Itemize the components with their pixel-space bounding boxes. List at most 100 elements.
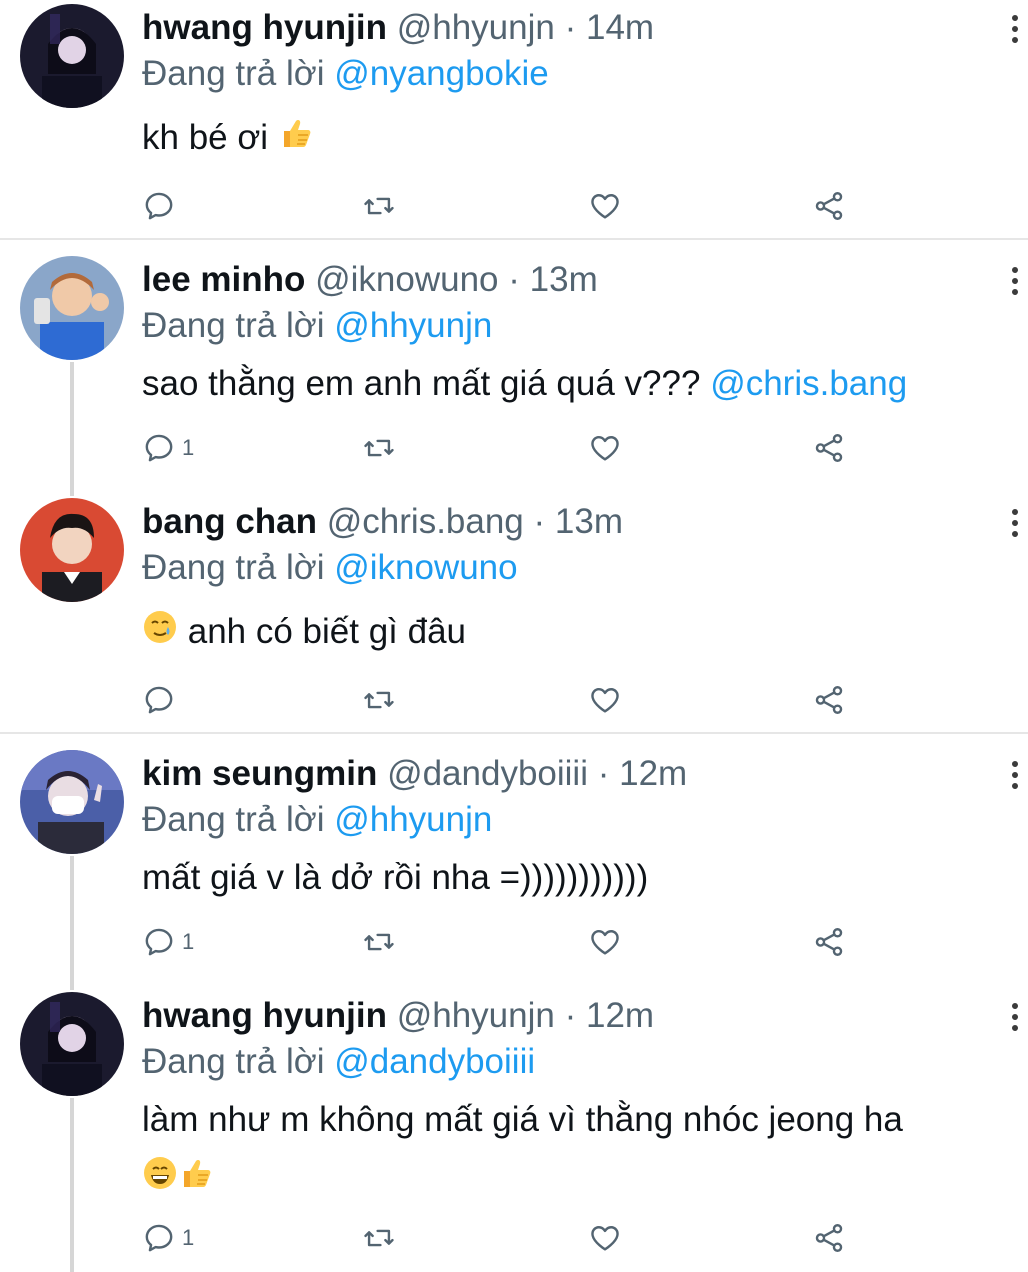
grinning-face-emoji	[142, 1152, 178, 1208]
share-button[interactable]	[812, 922, 846, 962]
retweet-icon	[364, 197, 394, 215]
tweet-text: kh bé ơi	[142, 110, 314, 168]
tweet[interactable]: hwang hyunjin @hhyunjn · 14m Đang trả lờ…	[0, 0, 1028, 238]
reply-icon	[145, 928, 173, 956]
reply-button[interactable]: 1	[142, 428, 194, 468]
tweet-actions	[142, 680, 862, 720]
replying-to-mention[interactable]: @nyangbokie	[334, 54, 549, 93]
text-mention[interactable]: @chris.bang	[710, 364, 907, 403]
timestamp[interactable]: 12m	[586, 996, 654, 1035]
heart-icon	[591, 688, 619, 713]
replying-to-label: Đang trả lời	[142, 54, 325, 93]
like-button[interactable]	[588, 680, 622, 720]
timestamp[interactable]: 14m	[586, 8, 654, 47]
tweet-text-content: sao thằng em anh mất giá quá v???	[142, 364, 701, 403]
tweet-text: anh có biết gì đâu	[142, 604, 466, 662]
tweet-actions: 1	[142, 922, 862, 962]
retweet-button[interactable]	[362, 1218, 396, 1258]
retweet-button[interactable]	[362, 186, 396, 226]
replying-to-mention[interactable]: @dandyboiiii	[334, 1042, 535, 1081]
replying-to: Đang trả lời @dandyboiiii	[142, 1038, 535, 1086]
replying-to-mention[interactable]: @hhyunjn	[334, 800, 492, 839]
reply-button[interactable]	[142, 186, 182, 226]
display-name[interactable]: hwang hyunjin	[142, 996, 387, 1035]
tweet[interactable]: bang chan @chris.bang · 13m Đang trả lời…	[0, 494, 1028, 730]
avatar[interactable]	[20, 750, 124, 854]
replying-to: Đang trả lời @hhyunjn	[142, 796, 492, 844]
replying-to-label: Đang trả lời	[142, 306, 325, 345]
avatar[interactable]	[20, 498, 124, 602]
avatar[interactable]	[20, 992, 124, 1096]
more-options-icon[interactable]	[1008, 262, 1022, 302]
heart-icon	[591, 930, 619, 955]
more-options-icon[interactable]	[1008, 504, 1022, 544]
timestamp[interactable]: 12m	[619, 754, 687, 793]
reply-icon	[145, 686, 173, 714]
avatar[interactable]	[20, 4, 124, 108]
tweet[interactable]: lee minho @iknowuno · 13m Đang trả lời @…	[0, 252, 1028, 488]
tweet-header: kim seungmin @dandyboiiii · 12m	[142, 746, 687, 802]
heart-icon	[591, 436, 619, 461]
retweet-button[interactable]	[362, 428, 396, 468]
like-button[interactable]	[588, 1218, 622, 1258]
display-name[interactable]: lee minho	[142, 260, 305, 299]
replying-to-mention[interactable]: @hhyunjn	[334, 306, 492, 345]
replying-to-mention[interactable]: @iknowuno	[334, 548, 517, 587]
tweet-actions: 1	[142, 1218, 862, 1258]
reply-button[interactable]	[142, 680, 182, 720]
retweet-icon	[364, 439, 394, 457]
more-options-icon[interactable]	[1008, 998, 1022, 1038]
username[interactable]: @hhyunjn	[397, 8, 555, 47]
separator: ·	[564, 996, 577, 1035]
tweet-actions: 1	[142, 428, 862, 468]
share-icon	[815, 434, 843, 462]
reply-icon	[145, 192, 173, 220]
timestamp[interactable]: 13m	[555, 502, 623, 541]
username[interactable]: @chris.bang	[327, 502, 524, 541]
tweet-text-content: kh bé ơi	[142, 118, 269, 157]
like-button[interactable]	[588, 922, 622, 962]
username[interactable]: @iknowuno	[315, 260, 498, 299]
retweet-button[interactable]	[362, 680, 396, 720]
share-button[interactable]	[812, 1218, 846, 1258]
tweet-header: hwang hyunjin @hhyunjn · 14m	[142, 0, 654, 56]
share-icon	[815, 928, 843, 956]
reply-count: 1	[182, 929, 195, 954]
replying-to-label: Đang trả lời	[142, 548, 325, 587]
share-button[interactable]	[812, 680, 846, 720]
avatar[interactable]	[20, 256, 124, 360]
display-name[interactable]: hwang hyunjin	[142, 8, 387, 47]
reply-button[interactable]: 1	[142, 922, 194, 962]
divider	[0, 732, 1028, 734]
heart-icon	[591, 1226, 619, 1251]
tweet-text: làm như m không mất giá vì thằng nhóc je…	[142, 1092, 1012, 1208]
display-name[interactable]: kim seungmin	[142, 754, 377, 793]
share-button[interactable]	[812, 186, 846, 226]
display-name[interactable]: bang chan	[142, 502, 317, 541]
username[interactable]: @hhyunjn	[397, 996, 555, 1035]
thumbs-up-emoji	[278, 112, 314, 168]
username[interactable]: @dandyboiiii	[387, 754, 588, 793]
reply-button[interactable]: 1	[142, 1218, 194, 1258]
replying-to: Đang trả lời @nyangbokie	[142, 50, 549, 98]
timestamp[interactable]: 13m	[530, 260, 598, 299]
reply-icon	[145, 434, 173, 462]
tweet-header: bang chan @chris.bang · 13m	[142, 494, 623, 550]
retweet-icon	[364, 933, 394, 951]
separator: ·	[597, 754, 610, 793]
tweet-text-content: mất giá v là dở rồi nha =)))))))))))	[142, 858, 649, 897]
replying-to-label: Đang trả lời	[142, 1042, 325, 1081]
retweet-button[interactable]	[362, 922, 396, 962]
tweet[interactable]: hwang hyunjin @hhyunjn · 12m Đang trả lờ…	[0, 988, 1028, 1272]
tweet-actions	[142, 186, 862, 226]
reply-icon	[145, 1224, 173, 1252]
separator: ·	[508, 260, 520, 299]
more-options-icon[interactable]	[1008, 10, 1022, 50]
tweet[interactable]: kim seungmin @dandyboiiii · 12m Đang trả…	[0, 746, 1028, 982]
share-button[interactable]	[812, 428, 846, 468]
like-button[interactable]	[588, 186, 622, 226]
more-options-icon[interactable]	[1008, 756, 1022, 796]
divider	[0, 238, 1028, 240]
like-button[interactable]	[588, 428, 622, 468]
retweet-icon	[364, 691, 394, 709]
